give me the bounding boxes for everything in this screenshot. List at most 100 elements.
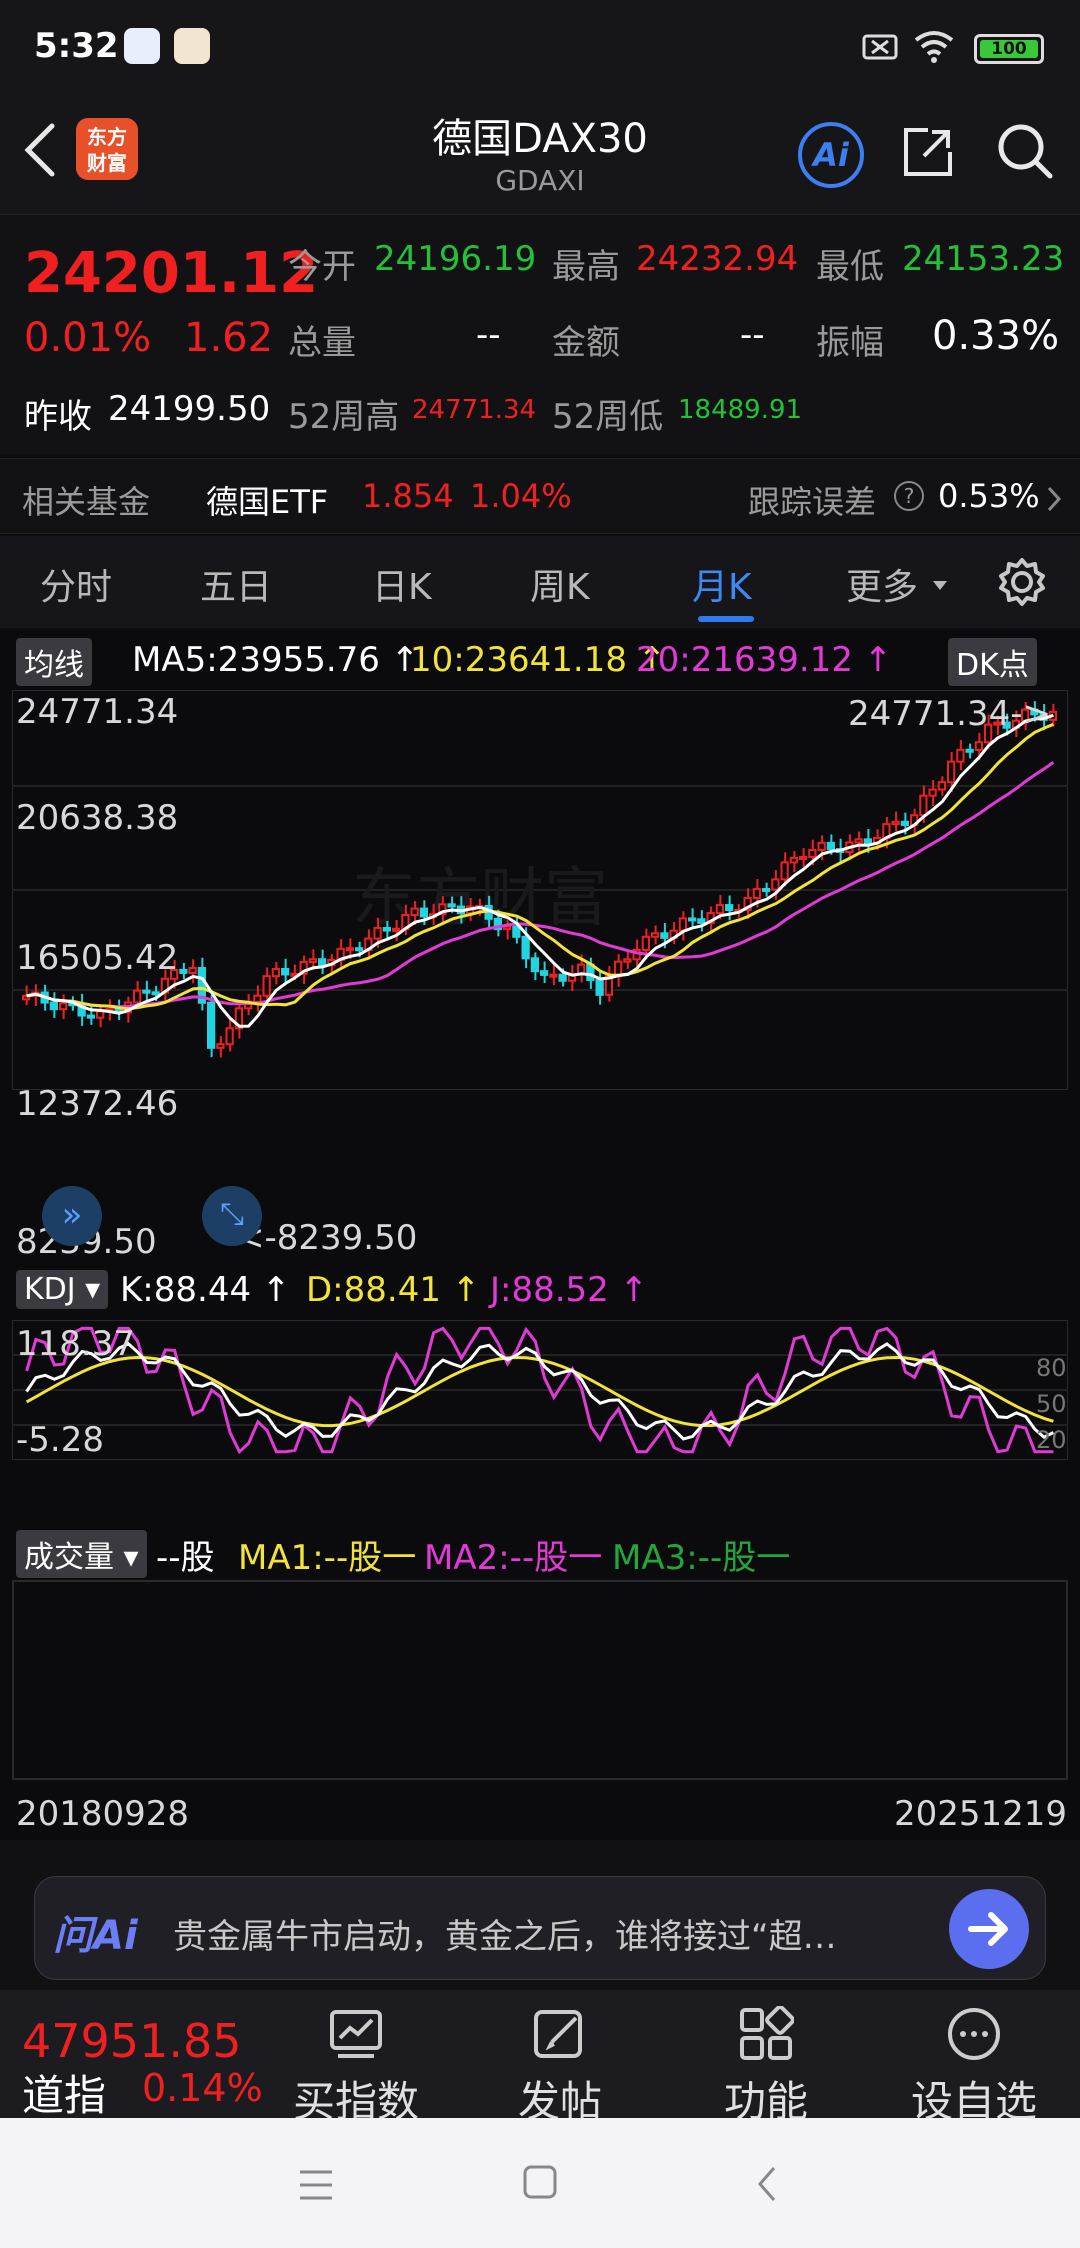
volume-ma3-text: MA3:--股 xyxy=(612,1538,757,1578)
volume-ma1-text: MA1:--股 xyxy=(238,1538,383,1578)
ma5-text: MA5:23955.76 xyxy=(132,640,380,680)
functions-button[interactable]: 功能 xyxy=(666,1990,866,2126)
chevron-down-icon xyxy=(933,581,947,590)
kdj-y-min: -5.28 xyxy=(16,1420,104,1460)
kdj-ref-20: 20 xyxy=(1036,1426,1067,1454)
candle-body xyxy=(900,820,909,826)
kdj-chart[interactable] xyxy=(12,1320,1068,1460)
candle-body xyxy=(688,917,697,922)
tab-monthly-k[interactable]: 月K xyxy=(692,558,752,610)
candle-body xyxy=(410,907,419,916)
ai-send-button[interactable] xyxy=(949,1889,1029,1969)
fullscreen-icon[interactable]: ⤡ xyxy=(202,1186,262,1246)
candle-body xyxy=(419,907,428,918)
chart-area[interactable]: 均线 MA5:23955.76 ↑ 10:23641.18 ↑ 20:21639… xyxy=(0,630,1080,1840)
more-circle-icon xyxy=(948,2008,1000,2060)
back-nav-icon[interactable] xyxy=(754,2164,780,2204)
candle-body xyxy=(678,917,687,932)
candle-body xyxy=(558,973,567,982)
candle-body xyxy=(965,748,974,753)
candle-body xyxy=(928,788,937,797)
candle-body xyxy=(188,967,197,974)
ai-question-bar[interactable]: 问Ai 贵金属牛市启动，黄金之后，谁将接过“超… xyxy=(34,1876,1046,1980)
tab-more[interactable]: 更多 xyxy=(846,558,918,610)
post-button[interactable]: 发帖 xyxy=(460,1990,660,2126)
header: 东方 财富 德国DAX30 GDAXI Ai xyxy=(0,92,1080,214)
w52-low-label: 52周低 xyxy=(552,397,664,437)
volume-value: --股 xyxy=(156,1538,215,1578)
ticker-name: 道指 xyxy=(22,2071,107,2120)
candle-body xyxy=(817,841,826,851)
chart-line-icon xyxy=(330,2010,382,2058)
related-fund-row[interactable]: 相关基金 德国ETF 1.854 1.04% 跟踪误差 ? 0.53% xyxy=(0,458,1080,534)
kdj-select[interactable]: KDJ ▾ xyxy=(16,1270,109,1309)
candle-body xyxy=(503,925,512,931)
candle-body xyxy=(974,741,983,751)
battery-icon: 100 xyxy=(974,34,1044,64)
tab-weekly-k[interactable]: 周K xyxy=(530,558,590,610)
ticker-price: 47951.85 xyxy=(22,2014,242,2068)
help-icon[interactable]: ? xyxy=(894,481,924,511)
candle-body xyxy=(151,991,160,996)
expand-left-icon[interactable]: » xyxy=(42,1186,102,1246)
volume-chart[interactable] xyxy=(12,1580,1068,1780)
y-tick-4: 12372.46 xyxy=(16,1084,179,1124)
volume-ma2-text: MA2:--股 xyxy=(424,1538,569,1578)
candle-body xyxy=(937,781,946,791)
amount-value: -- xyxy=(740,315,765,355)
ma20-legend: 20:21639.12 ↑ xyxy=(636,640,893,680)
tab-five-day[interactable]: 五日 xyxy=(200,558,272,610)
change-amount: 1.62 xyxy=(184,315,274,361)
share-icon[interactable] xyxy=(898,122,958,182)
tab-daily-k[interactable]: 日K xyxy=(372,558,432,610)
sim-off-icon xyxy=(862,34,898,60)
home-icon[interactable] xyxy=(522,2164,558,2200)
candle-body xyxy=(179,968,188,974)
notification-mi-icon xyxy=(174,28,210,64)
candle-body xyxy=(392,927,401,932)
candlestick-chart[interactable]: 东方财富 xyxy=(12,690,1068,1090)
search-icon[interactable] xyxy=(994,120,1056,182)
fund-name[interactable]: 德国ETF xyxy=(206,477,328,523)
candle-body xyxy=(540,970,549,976)
ai-prompt-text: 贵金属牛市启动，黄金之后，谁将接过“超… xyxy=(173,1917,837,1957)
indicator-select-label: 均线 xyxy=(24,648,84,683)
add-watchlist-button[interactable]: 设自选 xyxy=(874,1990,1074,2126)
w52-high-label: 52周高 xyxy=(288,397,400,437)
candle-body xyxy=(96,1010,105,1019)
volume-select[interactable]: 成交量 ▾ xyxy=(16,1530,147,1578)
candle-body xyxy=(789,856,798,864)
candle-body xyxy=(59,1002,68,1011)
status-time: 5:32 xyxy=(34,26,119,66)
menu-icon[interactable] xyxy=(296,2168,336,2202)
candle-body xyxy=(854,838,863,844)
tracking-error-value: 0.53% xyxy=(938,477,1040,515)
notification-app-icon xyxy=(124,28,160,64)
candle-body xyxy=(216,1043,225,1049)
min-marker: <-8239.50 xyxy=(236,1218,418,1258)
settings-gear-icon[interactable] xyxy=(996,556,1048,608)
volume-value: -- xyxy=(476,315,501,355)
candle-body xyxy=(382,926,391,932)
candle-body xyxy=(715,904,724,915)
ai-button[interactable]: Ai xyxy=(798,122,864,188)
buy-index-button[interactable]: 买指数 xyxy=(256,1990,456,2126)
candle-body xyxy=(262,975,271,997)
ma5-legend: MA5:23955.76 ↑ xyxy=(132,640,420,680)
candle-body xyxy=(49,1001,58,1011)
kdj-select-label: KDJ xyxy=(24,1272,76,1307)
volume-label: 总量 xyxy=(288,323,356,363)
candle-body xyxy=(660,932,669,939)
ticker-dow[interactable]: 47951.85 道指 0.14% xyxy=(0,1990,280,2120)
system-nav-bar xyxy=(0,2118,1080,2248)
volume-select-label: 成交量 xyxy=(24,1540,114,1575)
low-value: 24153.23 xyxy=(902,239,1065,279)
low-label: 最低 xyxy=(816,247,884,287)
indicator-select[interactable]: 均线 xyxy=(16,638,92,686)
candle-body xyxy=(355,947,364,952)
candle-body xyxy=(863,838,872,845)
dk-point-button[interactable]: DK点 xyxy=(948,638,1037,686)
amplitude-value: 0.33% xyxy=(932,313,1060,359)
open-value: 24196.19 xyxy=(374,239,537,279)
tab-intraday[interactable]: 分时 xyxy=(40,558,112,610)
